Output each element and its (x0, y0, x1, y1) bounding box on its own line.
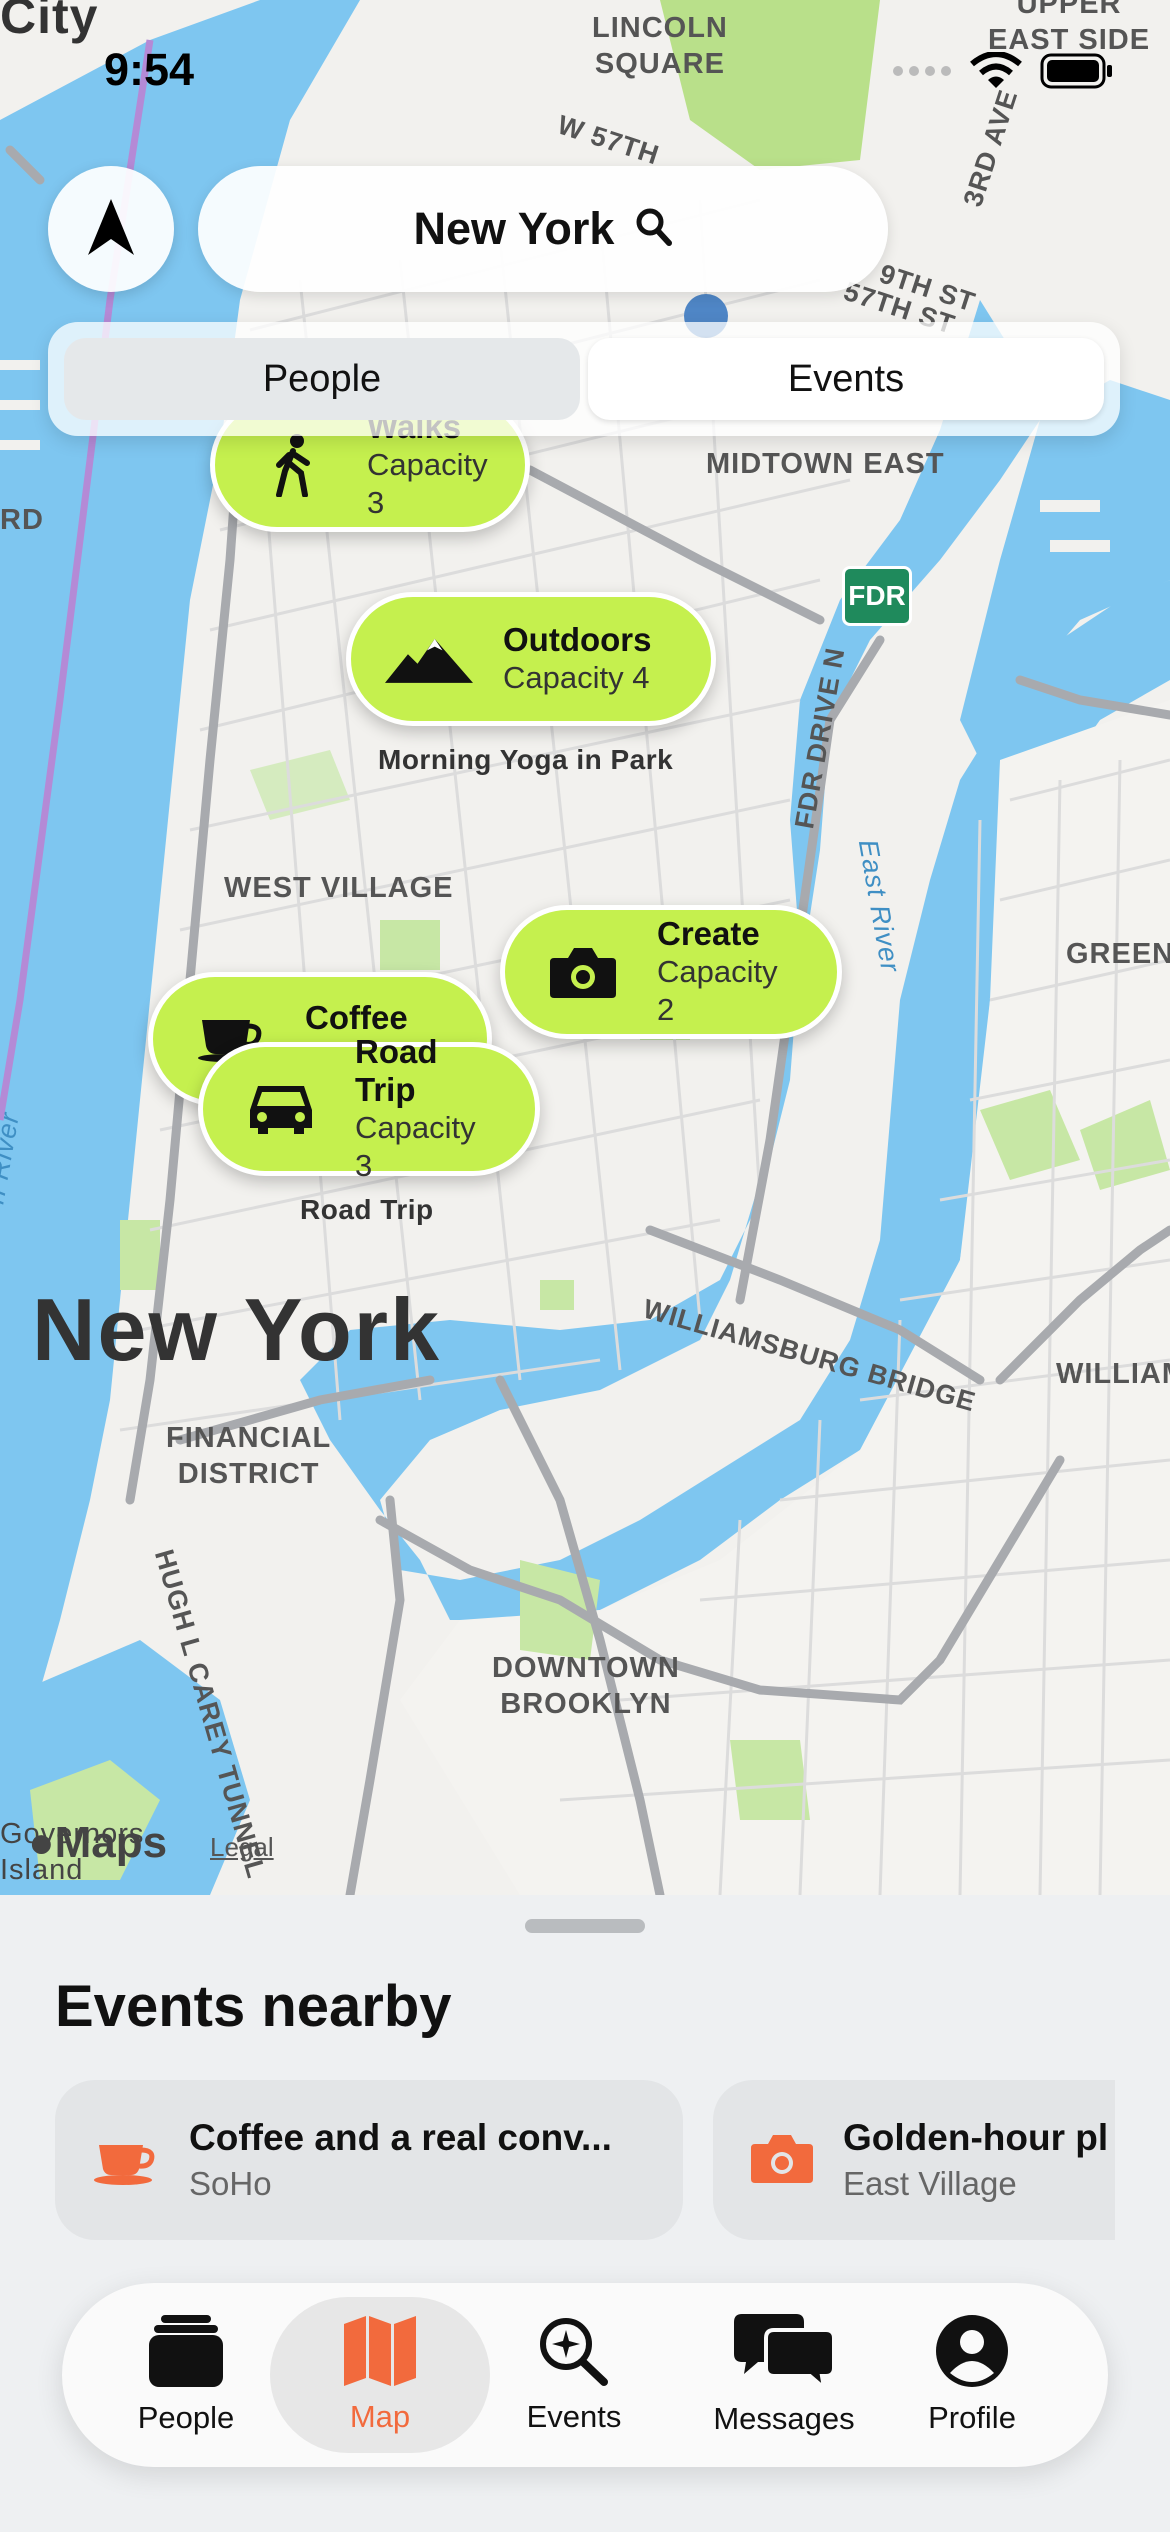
locate-button[interactable] (48, 166, 174, 292)
legal-link[interactable]: Legal (210, 1832, 274, 1863)
event-card-location: East Village (843, 2165, 1017, 2202)
map-pin-outdoors[interactable]: Outdoors Capacity 4 (346, 592, 716, 726)
map-label-downtown-brooklyn: DOWNTOWN BROOKLYN (492, 1652, 680, 1720)
status-icons (892, 51, 1114, 95)
tab-profile[interactable]: Profile (912, 2297, 1032, 2453)
tab-people[interactable]: People (106, 2297, 266, 2453)
segment-people[interactable]: People (64, 338, 580, 420)
event-card[interactable]: Coffee and a real conv... SoHo (55, 2080, 683, 2240)
pin-title: Create (657, 915, 760, 952)
map-label-lincoln-square: LINCOLN SQUARE (592, 12, 728, 80)
search-sparkle-icon (538, 2316, 610, 2391)
status-time: 9:54 (104, 44, 195, 95)
map-label-greenpoint: GREENP (1066, 938, 1170, 970)
pin-capacity: Capacity 3 (355, 1110, 476, 1183)
coffee-cup-icon (93, 2131, 159, 2190)
map-label-west-village: WEST VILLAGE (224, 872, 454, 904)
map-pin-create[interactable]: Create Capacity 2 (500, 905, 842, 1039)
tab-label: Events (526, 2398, 622, 2434)
tab-label: Profile (928, 2399, 1016, 2435)
event-card-location: SoHo (189, 2165, 272, 2202)
chat-bubbles-icon (734, 2313, 836, 2393)
map-label-road-trip: Road Trip (300, 1194, 434, 1225)
event-card[interactable]: Golden-hour pl East Village (713, 2080, 1115, 2240)
city-search-bar[interactable]: New York (198, 166, 888, 292)
sheet-grabber[interactable] (525, 1919, 645, 1933)
pin-capacity: Capacity 3 (367, 447, 488, 520)
apple-logo-icon: ● (28, 1818, 55, 1867)
profile-icon (936, 2314, 1008, 2392)
tab-label: Map (349, 2398, 411, 2434)
location-arrow-icon (88, 198, 134, 260)
map-label-midtown-east: MIDTOWN EAST (706, 448, 945, 480)
tab-label: People (137, 2399, 235, 2435)
search-icon (636, 208, 673, 251)
event-card-title: Golden-hour pl (843, 2117, 1109, 2158)
camera-icon (539, 937, 627, 1007)
map-label-financial-district: FINANCIAL DISTRICT (166, 1422, 332, 1490)
event-card-title: Coffee and a real conv... (189, 2117, 612, 2158)
events-nearby-sheet[interactable]: Events nearby Coffee and a real conv... … (0, 1895, 1170, 2532)
people-cards-icon (149, 2314, 223, 2392)
tab-events[interactable]: Events (494, 2297, 654, 2453)
map-label-william: WILLIAM (1056, 1358, 1170, 1390)
map-label-city: City (0, 0, 99, 44)
tab-bar: People Map Events Messages Profile (62, 2283, 1108, 2467)
people-events-segmented-control[interactable]: People Events (48, 322, 1120, 436)
maps-attribution: ●Maps (28, 1818, 168, 1867)
camera-icon (751, 2133, 813, 2188)
sheet-title: Events nearby (55, 1974, 452, 2039)
pin-capacity: Capacity 4 (503, 660, 650, 695)
wifi-icon (970, 51, 1022, 95)
map-label-morning-yoga: Morning Yoga in Park (378, 744, 674, 775)
map-pin-road-trip[interactable]: Road Trip Capacity 3 (198, 1033, 540, 1183)
map-label-new-york: New York (32, 1280, 441, 1379)
pin-title: Outdoors (503, 621, 652, 658)
search-city-name: New York (413, 203, 615, 254)
mountains-icon (385, 624, 473, 694)
map-label-rd: RD (0, 504, 44, 536)
map-view[interactable]: City LINCOLN SQUARE UPPER EAST SIDE W 57… (0, 0, 1170, 1895)
signal-icon (892, 61, 952, 86)
pin-title: Road Trip (355, 1033, 438, 1108)
battery-icon (1040, 53, 1114, 94)
pin-title: Coffee (305, 999, 408, 1036)
map-label-upper-east-side: UPPER EAST SIDE (988, 0, 1151, 56)
tab-map[interactable]: Map (270, 2297, 490, 2453)
car-icon (237, 1074, 325, 1144)
fdr-shield: FDR (842, 566, 912, 626)
segment-events[interactable]: Events (588, 338, 1104, 420)
map-icon (344, 2315, 416, 2391)
walking-person-icon (249, 430, 337, 500)
pin-capacity: Capacity 2 (657, 954, 778, 1027)
tab-messages[interactable]: Messages (694, 2297, 874, 2453)
event-cards-carousel[interactable]: Coffee and a real conv... SoHo Golden-ho… (55, 2080, 1115, 2242)
tab-label: Messages (713, 2400, 855, 2436)
